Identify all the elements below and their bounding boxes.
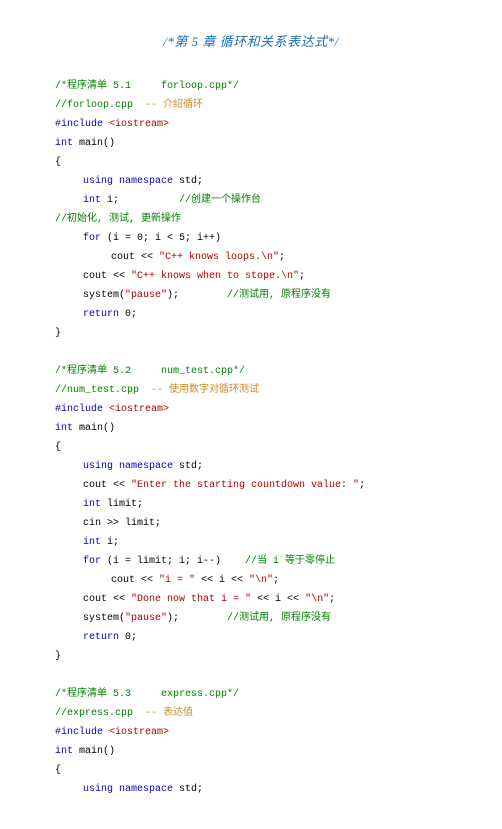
code-line: int main() xyxy=(55,134,447,153)
code-line: using namespace std; xyxy=(55,457,447,476)
code-line: cout << "Done now that i = " << i << "\n… xyxy=(55,590,447,609)
code-line: { xyxy=(55,153,447,172)
code-line: system("pause"); //测试用, 原程序没有 xyxy=(55,609,447,628)
code-line: } xyxy=(55,324,447,343)
code-line: { xyxy=(55,438,447,457)
code-line: cout << "i = " << i << "\n"; xyxy=(55,571,447,590)
code-line: system("pause"); //测试用, 原程序没有 xyxy=(55,286,447,305)
code-line: int i; //创建一个操作台 xyxy=(55,191,447,210)
code-line: cout << "C++ knows loops.\n"; xyxy=(55,248,447,267)
code-line: using namespace std; xyxy=(55,780,447,799)
code-line: return 0; xyxy=(55,628,447,647)
code-line: int i; xyxy=(55,533,447,552)
page-title: /*第 5 章 循环和关系表达式*/ xyxy=(55,30,447,55)
code-line: using namespace std; xyxy=(55,172,447,191)
code-line: /*程序清单 5.2 num_test.cpp*/ xyxy=(55,362,447,381)
code-line: for (i = limit; i; i--) //当 i 等于零停止 xyxy=(55,552,447,571)
code-line: //初始化, 测试, 更新操作 xyxy=(55,210,447,229)
code-line: return 0; xyxy=(55,305,447,324)
code-line: #include <iostream> xyxy=(55,723,447,742)
code-line: for (i = 0; i < 5; i++) xyxy=(55,229,447,248)
code-line: //num_test.cpp -- 使用数字对循环测试 xyxy=(55,381,447,400)
code-line: } xyxy=(55,647,447,666)
code-line: #include <iostream> xyxy=(55,115,447,134)
code-line: #include <iostream> xyxy=(55,400,447,419)
code-line: /*程序清单 5.3 express.cpp*/ xyxy=(55,685,447,704)
code-line: int main() xyxy=(55,419,447,438)
code-line: /*程序清单 5.1 forloop.cpp*/ xyxy=(55,77,447,96)
code-line: int main() xyxy=(55,742,447,761)
code-line: cout << "C++ knows when to stope.\n"; xyxy=(55,267,447,286)
code-line: cout << "Enter the starting countdown va… xyxy=(55,476,447,495)
code-line: cin >> limit; xyxy=(55,514,447,533)
code-line: { xyxy=(55,761,447,780)
code-line: int limit; xyxy=(55,495,447,514)
code-line: //express.cpp -- 表达值 xyxy=(55,704,447,723)
code-line: //forloop.cpp -- 介绍循环 xyxy=(55,96,447,115)
